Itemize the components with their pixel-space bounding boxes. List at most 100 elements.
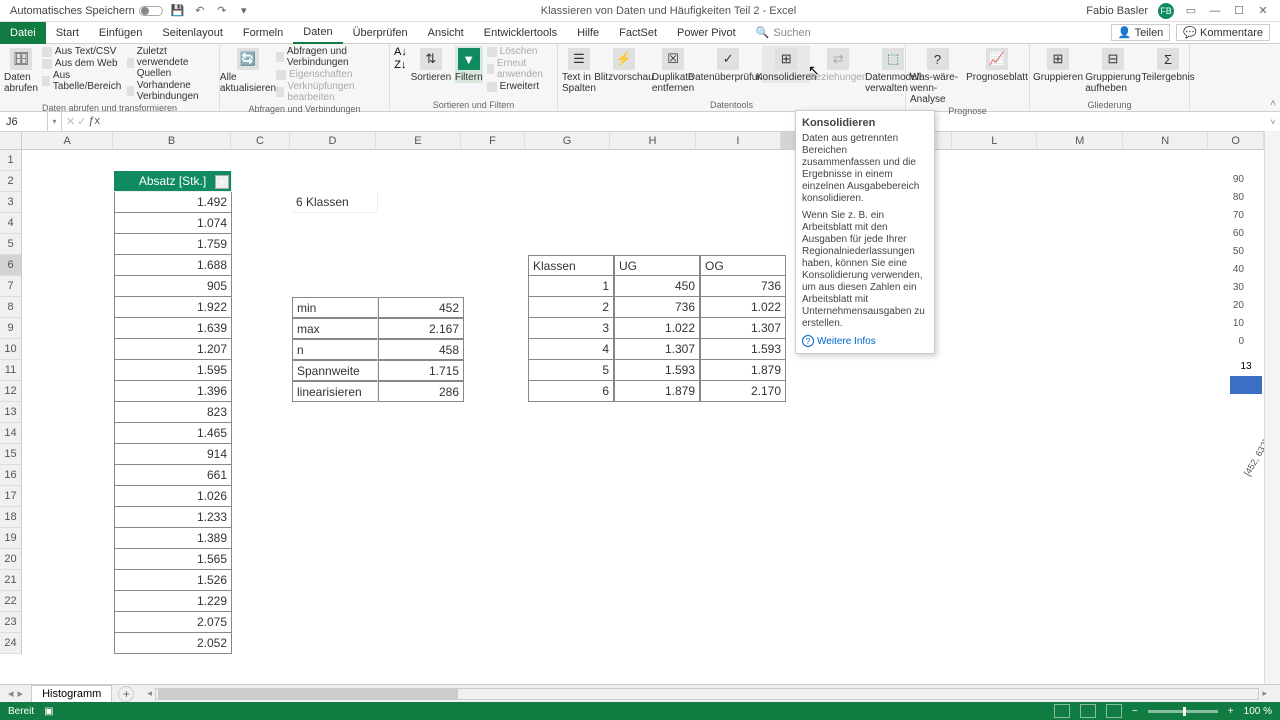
- row-header[interactable]: 11: [0, 360, 21, 381]
- cell[interactable]: linearisieren: [292, 381, 378, 402]
- cell[interactable]: 1.492: [114, 192, 232, 213]
- sort-button[interactable]: ⇅ Sortieren: [411, 46, 451, 83]
- data-validation-button[interactable]: ✓Datenüberprüfung: [698, 46, 758, 83]
- cell[interactable]: 1.074: [114, 213, 232, 234]
- cell[interactable]: 1.595: [114, 360, 232, 381]
- tab-einfügen[interactable]: Einfügen: [89, 22, 152, 44]
- cell[interactable]: 5: [528, 360, 614, 381]
- row-header[interactable]: 14: [0, 423, 21, 444]
- zoom-slider[interactable]: [1148, 710, 1218, 713]
- cell[interactable]: 1: [528, 276, 614, 297]
- row-header[interactable]: 23: [0, 612, 21, 633]
- column-headers[interactable]: ABCDEFGHIJKLMNO: [22, 132, 1264, 150]
- cell[interactable]: 1.639: [114, 318, 232, 339]
- cell[interactable]: 2.167: [378, 318, 464, 339]
- cell[interactable]: 736: [614, 297, 700, 318]
- subtotal-button[interactable]: ΣTeilergebnis: [1144, 46, 1192, 83]
- cell[interactable]: 6 Klassen: [292, 192, 378, 213]
- forecast-sheet-button[interactable]: 📈Prognoseblatt: [969, 46, 1025, 83]
- share-button[interactable]: 👤 Teilen: [1111, 24, 1170, 41]
- from-web[interactable]: Aus dem Web: [42, 58, 123, 69]
- row-header[interactable]: 20: [0, 549, 21, 570]
- cell[interactable]: n: [292, 339, 378, 360]
- row-header[interactable]: 1: [0, 150, 21, 171]
- col-header[interactable]: H: [610, 132, 695, 149]
- row-header[interactable]: 21: [0, 570, 21, 591]
- cell[interactable]: 6: [528, 381, 614, 402]
- name-box[interactable]: J6: [0, 112, 48, 131]
- advanced-filter[interactable]: Erweitert: [487, 81, 553, 92]
- cell[interactable]: 2: [528, 297, 614, 318]
- vertical-scrollbar[interactable]: [1264, 131, 1280, 684]
- cell[interactable]: UG: [614, 255, 700, 276]
- row-header[interactable]: 7: [0, 276, 21, 297]
- tooltip-more-link[interactable]: ? Weitere Infos: [802, 335, 928, 347]
- cell[interactable]: 661: [114, 465, 232, 486]
- maximize-icon[interactable]: ☐: [1232, 4, 1246, 18]
- flash-fill-button[interactable]: ⚡Blitzvorschau: [600, 46, 648, 83]
- cell[interactable]: Absatz [Stk.]▾: [114, 171, 232, 192]
- row-header[interactable]: 19: [0, 528, 21, 549]
- horizontal-scrollbar[interactable]: ◂ ▸: [144, 688, 1270, 700]
- cell[interactable]: 2.052: [114, 633, 232, 654]
- tab-datei[interactable]: Datei: [0, 22, 46, 44]
- cell[interactable]: 1.759: [114, 234, 232, 255]
- page-break-view-icon[interactable]: [1106, 704, 1122, 718]
- group-button[interactable]: ⊞Gruppieren: [1034, 46, 1082, 83]
- row-header[interactable]: 8: [0, 297, 21, 318]
- cell[interactable]: 1.026: [114, 486, 232, 507]
- scroll-thumb[interactable]: [158, 689, 458, 699]
- scroll-left-icon[interactable]: ◂: [144, 688, 155, 699]
- cell[interactable]: 4: [528, 339, 614, 360]
- cell[interactable]: 1.022: [700, 297, 786, 318]
- row-header[interactable]: 3: [0, 192, 21, 213]
- tab-hilfe[interactable]: Hilfe: [567, 22, 609, 44]
- refresh-all-button[interactable]: 🔄 Alle aktualisieren: [224, 46, 272, 94]
- collapse-ribbon-icon[interactable]: ˄: [1270, 98, 1276, 109]
- row-header[interactable]: 6: [0, 255, 21, 276]
- tab-ansicht[interactable]: Ansicht: [418, 22, 474, 44]
- user-badge[interactable]: FB: [1158, 3, 1174, 19]
- row-header[interactable]: 18: [0, 507, 21, 528]
- cell[interactable]: 2.170: [700, 381, 786, 402]
- tab-power pivot[interactable]: Power Pivot: [667, 22, 746, 44]
- tab-überprüfen[interactable]: Überprüfen: [343, 22, 418, 44]
- add-sheet-button[interactable]: +: [118, 686, 134, 702]
- toggle-icon[interactable]: [139, 6, 163, 16]
- cell[interactable]: 3: [528, 318, 614, 339]
- row-header[interactable]: 15: [0, 444, 21, 465]
- col-header[interactable]: B: [113, 132, 230, 149]
- cell[interactable]: Klassen: [528, 255, 614, 276]
- col-header[interactable]: O: [1208, 132, 1264, 149]
- cell[interactable]: 823: [114, 402, 232, 423]
- cell[interactable]: 1.526: [114, 570, 232, 591]
- sheet-nav-next-icon[interactable]: ▸: [18, 687, 24, 700]
- cell[interactable]: 458: [378, 339, 464, 360]
- search-box[interactable]: 🔍 Suchen: [746, 26, 811, 39]
- cell[interactable]: 452: [378, 297, 464, 318]
- row-header[interactable]: 4: [0, 213, 21, 234]
- text-to-columns-button[interactable]: ☰Text in Spalten: [562, 46, 596, 94]
- cell[interactable]: 1.389: [114, 528, 232, 549]
- existing-connections[interactable]: Vorhandene Verbindungen: [127, 80, 215, 102]
- col-header[interactable]: L: [952, 132, 1037, 149]
- undo-icon[interactable]: ↶: [193, 4, 207, 18]
- sheet-tab-histogramm[interactable]: Histogramm: [31, 685, 112, 703]
- cell[interactable]: 1.922: [114, 297, 232, 318]
- tab-seitenlayout[interactable]: Seitenlayout: [152, 22, 233, 44]
- cell[interactable]: 1.307: [614, 339, 700, 360]
- recent-sources[interactable]: Zuletzt verwendete Quellen: [127, 46, 215, 79]
- histogram-chart[interactable]: 9080706050403020100 13 [452, 632]: [1186, 174, 1262, 444]
- cell[interactable]: 1.565: [114, 549, 232, 570]
- expand-formula-icon[interactable]: ˅: [1266, 117, 1280, 127]
- col-header[interactable]: N: [1123, 132, 1208, 149]
- cell[interactable]: 1.593: [614, 360, 700, 381]
- cell[interactable]: 1.593: [700, 339, 786, 360]
- close-icon[interactable]: ✕: [1256, 4, 1270, 18]
- row-header[interactable]: 5: [0, 234, 21, 255]
- cell[interactable]: 914: [114, 444, 232, 465]
- spreadsheet-grid[interactable]: ABCDEFGHIJKLMNO 123456789101112131415161…: [0, 132, 1280, 662]
- col-header[interactable]: A: [22, 132, 113, 149]
- redo-icon[interactable]: ↷: [215, 4, 229, 18]
- select-all-corner[interactable]: [0, 132, 22, 150]
